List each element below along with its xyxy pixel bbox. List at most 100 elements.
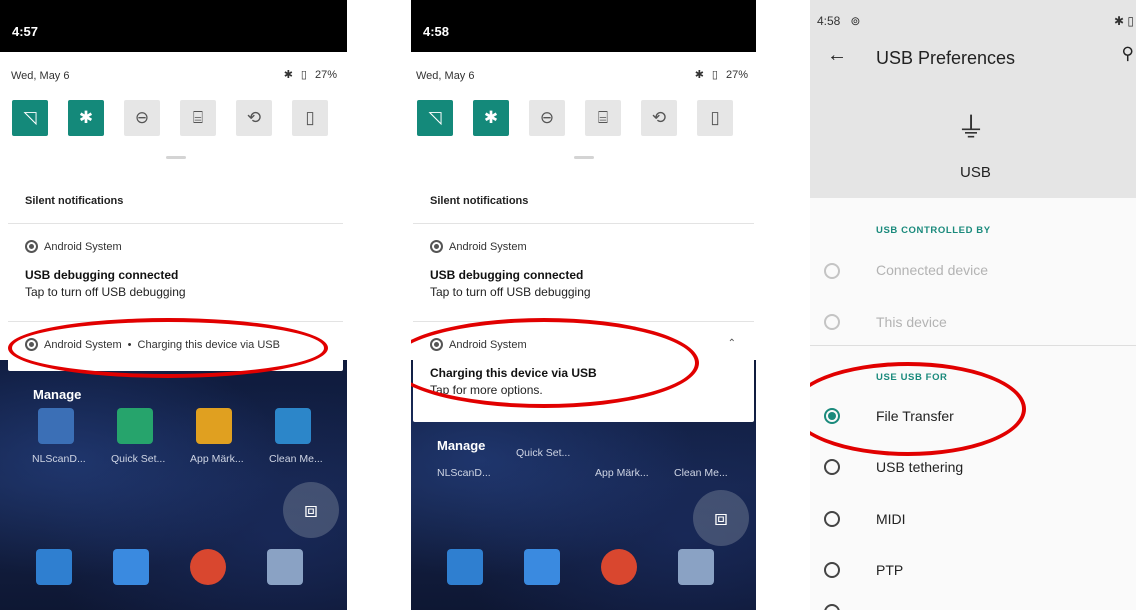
radio-button[interactable] — [824, 263, 840, 279]
app-market[interactable]: App Märk... — [595, 422, 674, 479]
crop-icon: ⧈ — [304, 497, 318, 522]
chrome-app-icon[interactable] — [601, 549, 637, 585]
android-system-icon — [25, 240, 38, 253]
bluetooth-icon: ✱ — [483, 108, 499, 127]
phone-app-icon[interactable] — [447, 549, 483, 585]
flashlight-icon: ⌸ — [192, 108, 204, 127]
sync-icon: ⊚ — [850, 14, 861, 28]
messages-app-icon[interactable] — [524, 549, 560, 585]
status-bar: 4:58 — [411, 0, 756, 52]
bluetooth-tile[interactable]: ✱ — [473, 100, 509, 136]
flashlight-tile[interactable]: ⌸ — [180, 100, 216, 136]
app-quick-settings[interactable]: Quick Set... — [111, 408, 190, 465]
app-market[interactable]: App Märk... — [190, 408, 269, 465]
status-time: 4:58 — [817, 14, 841, 28]
autorotate-tile[interactable]: ⟲ — [641, 100, 677, 136]
notification-title: USB debugging connected — [25, 268, 179, 282]
app-label: App Märk... — [595, 467, 649, 479]
radio-button[interactable] — [824, 604, 840, 610]
manage-label[interactable]: Manage — [33, 387, 81, 402]
radio-button[interactable] — [824, 511, 840, 527]
flashlight-icon: ⌸ — [597, 108, 609, 127]
app-nlscan[interactable]: NLScanD... — [32, 408, 111, 465]
notification-usb-debugging[interactable]: Android System USB debugging connected T… — [413, 224, 754, 322]
battery-saver-tile[interactable]: ▯ — [697, 100, 733, 136]
screenshot-floating-button[interactable]: ⧈ — [283, 482, 339, 538]
notification-text: Tap to turn off USB debugging — [430, 285, 591, 299]
option-usb-tethering[interactable] — [810, 458, 1136, 476]
app-label: NLScanD... — [32, 453, 86, 465]
status-bar: 4:58 ⊚ ✱ ▯ — [810, 0, 1136, 30]
option-this-device[interactable] — [810, 313, 1136, 331]
autorotate-tile[interactable]: ⟲ — [236, 100, 272, 136]
app-label: App Märk... — [190, 453, 244, 465]
option-label: This device — [876, 314, 947, 330]
clean-memory-app-icon — [275, 408, 311, 444]
wifi-tile[interactable]: ◹ — [12, 100, 48, 136]
dnd-tile[interactable]: ⊖ — [529, 100, 565, 136]
search-icon[interactable]: ⚲ — [1122, 44, 1134, 64]
back-arrow-icon[interactable]: ← — [827, 44, 847, 67]
phone-screen-2: 4:58 Wed, May 6 ✱ ▯ 27% ◹ ✱ ⊖ ⌸ ⟲ ▯ Sile… — [411, 0, 756, 610]
option-label: Connected device — [876, 262, 989, 278]
screenshot-floating-button[interactable]: ⧈ — [693, 490, 749, 546]
notification-app-name: Android System — [449, 240, 527, 253]
dnd-icon: ⊖ — [134, 108, 150, 127]
notification-app-name: Android System — [44, 240, 122, 253]
notification-text: Tap to turn off USB debugging — [25, 285, 186, 299]
wifi-tile[interactable]: ◹ — [417, 100, 453, 136]
app-clean-memory[interactable]: Clean Me... — [269, 408, 347, 465]
status-time: 4:58 — [423, 24, 450, 39]
app-header: ← USB Preferences ⚲ ⏚ USB — [810, 30, 1136, 198]
radio-button[interactable] — [824, 459, 840, 475]
qs-date: Wed, May 6 — [416, 70, 475, 82]
phone-screen-usb-preferences: 4:58 ⊚ ✱ ▯ ← USB Preferences ⚲ ⏚ USB USB… — [810, 0, 1136, 610]
bluetooth-icon: ✱ — [694, 69, 704, 81]
option-ptp[interactable] — [810, 561, 1136, 579]
radio-button[interactable] — [824, 314, 840, 330]
wifi-icon: ◹ — [23, 108, 37, 127]
option-label: USB tethering — [876, 459, 964, 475]
android-system-icon — [430, 240, 443, 253]
flashlight-tile[interactable]: ⌸ — [585, 100, 621, 136]
collapse-chevron-icon[interactable]: ⌃ — [728, 338, 736, 349]
battery-icon: ▯ — [711, 69, 718, 81]
battery-percent: 27% — [725, 68, 748, 81]
bluetooth-icon: ✱ — [78, 108, 94, 127]
option-partial[interactable] — [810, 603, 1136, 610]
option-midi[interactable] — [810, 510, 1136, 528]
app-nlscan[interactable]: NLScanD... — [437, 422, 516, 479]
dock — [447, 549, 714, 585]
highlight-circle — [8, 318, 328, 378]
quick-settings-app-icon — [117, 408, 153, 444]
qs-status: ✱ ▯ 27% — [694, 68, 748, 82]
bluetooth-tile[interactable]: ✱ — [68, 100, 104, 136]
messages-app-icon[interactable] — [113, 549, 149, 585]
app-label: Quick Set... — [111, 453, 166, 465]
radio-button[interactable] — [824, 562, 840, 578]
qs-status: ✱ ▯ 27% — [284, 68, 337, 82]
camera-app-icon[interactable] — [267, 549, 303, 585]
dnd-tile[interactable]: ⊖ — [124, 100, 160, 136]
bluetooth-icon: ✱ ▯ — [1114, 14, 1134, 28]
phone-app-icon[interactable] — [36, 549, 72, 585]
divider — [810, 345, 1136, 346]
drag-handle[interactable] — [573, 156, 594, 159]
app-label: NLScanD... — [437, 467, 491, 479]
app-label: Clean Me... — [674, 467, 728, 479]
silent-notifications-header: Silent notifications — [413, 178, 754, 224]
drag-handle[interactable] — [165, 156, 186, 159]
chrome-app-icon[interactable] — [190, 549, 226, 585]
notification-usb-debugging[interactable]: Android System USB debugging connected T… — [8, 224, 343, 322]
quick-settings-panel: Wed, May 6 ✱ ▯ 27% ◹ ✱ ⊖ ⌸ ⟲ ▯ — [413, 52, 754, 174]
battery-saver-tile[interactable]: ▯ — [292, 100, 328, 136]
quick-settings-panel: Wed, May 6 ✱ ▯ 27% ◹ ✱ ⊖ ⌸ ⟲ ▯ — [8, 52, 343, 174]
app-clean-memory[interactable]: Clean Me... — [674, 422, 753, 479]
app-row: NLScanD... Quick Set... App Märk... Clea… — [437, 422, 753, 479]
usb-icon: ⏚ — [957, 112, 986, 143]
highlight-circle — [810, 362, 1026, 456]
dnd-icon: ⊖ — [539, 108, 555, 127]
rotate-icon: ⟲ — [246, 108, 262, 127]
camera-app-icon[interactable] — [678, 549, 714, 585]
app-quick-settings[interactable]: Quick Set... — [516, 422, 595, 479]
